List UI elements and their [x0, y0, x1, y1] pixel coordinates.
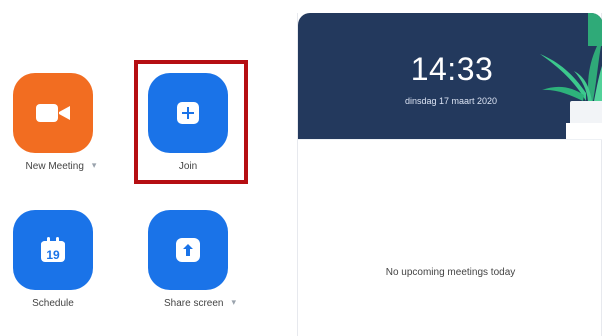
meeting-panel: 14:33 dinsdag 17 maart 2020 No upcoming …: [297, 13, 602, 336]
chevron-down-icon[interactable]: ▾: [92, 160, 97, 171]
share-screen-label: Share screen ▾: [163, 297, 236, 309]
clock-time: 14:33: [410, 51, 494, 87]
plant-illustration: [540, 13, 602, 139]
no-upcoming-meetings-text: No upcoming meetings today: [385, 267, 516, 278]
schedule-button[interactable]: 19: [13, 210, 93, 290]
schedule-label: Schedule: [32, 298, 74, 309]
panel-header: 14:33 dinsdag 17 maart 2020: [298, 13, 602, 139]
calendar-day: 19: [46, 248, 60, 262]
new-meeting-label: New Meeting ▾: [25, 160, 97, 172]
join-label: Join: [178, 161, 198, 172]
upload-arrow-icon: [176, 238, 200, 262]
chevron-down-icon[interactable]: ▾: [231, 297, 236, 308]
clock-date: dinsdag 17 maart 2020: [404, 96, 498, 106]
share-screen-button[interactable]: [148, 210, 228, 290]
calendar-icon: 19: [41, 237, 65, 262]
panel-divider: [298, 139, 602, 140]
plus-icon: [177, 102, 199, 124]
join-button[interactable]: [148, 73, 228, 153]
video-camera-icon: [36, 104, 70, 122]
new-meeting-button[interactable]: [13, 73, 93, 153]
